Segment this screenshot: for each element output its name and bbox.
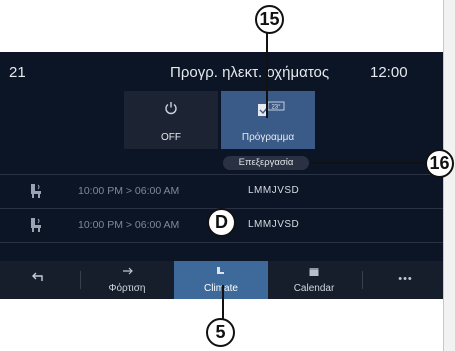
seat-schedule-icon	[30, 183, 44, 199]
tab-separator	[80, 271, 81, 289]
more-button[interactable]: •••	[368, 261, 443, 299]
schedule-row[interactable]: 10:00 PM > 06:00 AM LMMJVSD	[0, 177, 443, 207]
multimedia-screen: 21 Προγρ. ηλεκτ. οχήματος 12:00 OFF 23° …	[0, 52, 443, 299]
schedule-program-icon: 23°	[221, 101, 315, 119]
page-title: Προγρ. ηλεκτ. οχήματος	[170, 64, 330, 81]
status-left-value: 21	[9, 64, 26, 81]
tab-separator	[362, 271, 363, 289]
divider	[0, 242, 443, 243]
callout-d: D	[207, 208, 236, 237]
clock-time: 12:00	[370, 64, 408, 81]
callout-16: 16	[425, 149, 454, 178]
schedule-time: 10:00 PM > 06:00 AM	[78, 185, 180, 197]
schedule-time: 10:00 PM > 06:00 AM	[78, 219, 180, 231]
more-icon: •••	[398, 273, 413, 285]
seat-schedule-icon	[30, 217, 44, 233]
callout-leader	[266, 32, 268, 118]
charging-icon	[84, 266, 170, 278]
mode-off-button[interactable]: OFF	[124, 91, 218, 149]
tab-climate-label: Climate	[204, 283, 238, 294]
power-icon	[124, 101, 218, 119]
tab-charging-label: Φόρτιση	[108, 283, 146, 294]
callout-leader	[312, 162, 427, 164]
back-button[interactable]	[0, 261, 74, 299]
tab-calendar[interactable]: Calendar	[272, 261, 356, 299]
climate-icon	[174, 266, 268, 278]
callout-leader	[222, 285, 224, 319]
mode-off-label: OFF	[161, 132, 181, 143]
back-arrow-icon	[0, 271, 74, 285]
tab-charging[interactable]: Φόρτιση	[84, 261, 170, 299]
schedule-days: LMMJVSD	[248, 185, 300, 196]
edit-button[interactable]: Επεξεργασία	[223, 156, 309, 170]
tab-calendar-label: Calendar	[293, 283, 335, 294]
calendar-icon	[272, 266, 356, 279]
mode-program-button[interactable]: 23° Πρόγραμμα	[221, 91, 315, 149]
callout-5: 5	[206, 318, 235, 347]
program-temp-badge: 23°	[271, 105, 281, 111]
divider	[0, 174, 443, 175]
schedule-days: LMMJVSD	[248, 219, 300, 230]
tab-climate[interactable]: Climate	[174, 261, 268, 299]
callout-15: 15	[255, 5, 284, 34]
mode-program-label: Πρόγραμμα	[241, 132, 295, 143]
